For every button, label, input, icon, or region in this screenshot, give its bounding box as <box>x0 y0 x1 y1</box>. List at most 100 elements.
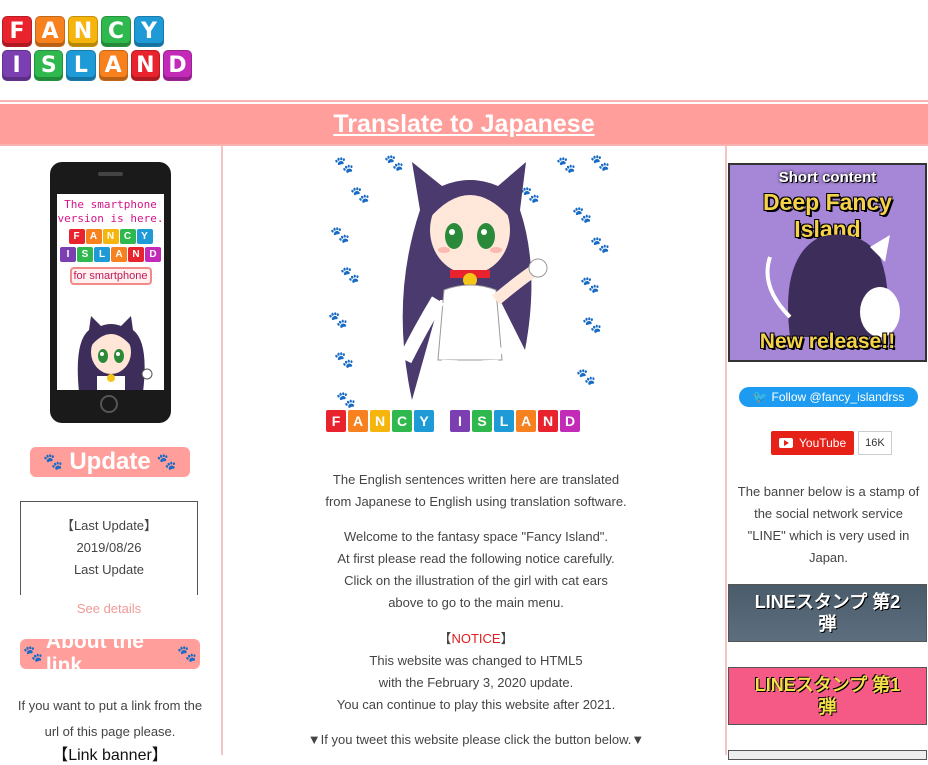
logo-letter-tile: A <box>85 229 102 244</box>
paw-icon: 🐾 <box>156 454 177 471</box>
bar-divider <box>0 144 928 146</box>
svg-text:🐾: 🐾 <box>384 155 404 172</box>
logo-letter-tile: D <box>162 50 193 81</box>
hero-logo-letter: S <box>472 410 492 432</box>
welcome-line1: Welcome to the fantasy space "Fancy Isla… <box>343 529 609 544</box>
deep-banner-new-release: New release!! <box>759 330 896 353</box>
logo-letter-tile: C <box>119 229 136 244</box>
about-link-text: If you want to put a link from the url o… <box>4 693 216 745</box>
notice-bracket-close: 】 <box>500 631 514 646</box>
paw-icon: 🐾 <box>23 646 43 663</box>
translation-line2: from Japanese to English using translati… <box>325 494 627 509</box>
logo-letter-tile: I <box>60 247 76 262</box>
youtube-play-icon <box>779 438 793 448</box>
line-desc-line2: the social network service <box>754 506 903 521</box>
smartphone-version-banner[interactable]: The smartphone version is here. FANCY IS… <box>50 162 171 423</box>
logo-letter-tile: N <box>68 16 98 47</box>
mini-logo-island: ISLAND <box>57 247 164 262</box>
phone-home-button <box>100 395 118 413</box>
line-stamp-description: The banner below is a stamp of the socia… <box>729 481 928 569</box>
see-details-link[interactable]: See details <box>20 601 198 616</box>
logo-letter-tile: N <box>130 50 160 81</box>
deep-banner-subtitle: Short content <box>778 169 877 186</box>
logo-letter-tile: Y <box>134 16 164 47</box>
youtube-subscriber-count: 16K <box>858 431 892 455</box>
logo-letter-tile: I <box>2 50 32 81</box>
logo-letter-tile: F <box>68 229 85 244</box>
line-stamp-2-banner[interactable]: LINEスタンプ 第2弾 <box>728 584 927 642</box>
twitter-follow-label: Follow @fancy_islandrss <box>771 390 905 404</box>
notice-label: NOTICE <box>451 631 501 646</box>
logo-letter-tile: F <box>2 16 32 47</box>
site-logo[interactable]: FANCY ISLAND <box>2 16 193 84</box>
line-stamp-3-banner[interactable] <box>728 750 927 760</box>
about-link-heading: 🐾 About the link 🐾 <box>20 630 200 677</box>
hero-logo-letter: N <box>370 410 390 432</box>
logo-letter-tile: S <box>34 50 64 81</box>
update-title: Update <box>69 448 151 475</box>
logo-letter-tile: L <box>66 50 96 81</box>
hero-logo-letter: Y <box>414 410 434 432</box>
hero-logo-letter: A <box>348 410 368 432</box>
tweet-instruction: ▼If you tweet this website please click … <box>307 732 645 747</box>
header-divider <box>0 100 928 102</box>
line-desc-line1: The banner below is a stamp of <box>737 484 920 499</box>
svg-text:🐾: 🐾 <box>334 352 354 369</box>
phone-speaker <box>98 172 123 176</box>
translation-line1: The English sentences written here are t… <box>332 472 620 487</box>
svg-text:🐾: 🐾 <box>590 155 610 172</box>
youtube-subscribe: YouTube 16K <box>771 431 892 455</box>
logo-letter-tile: A <box>111 247 127 262</box>
svg-text:🐾: 🐾 <box>330 227 350 244</box>
notice-line3: You can continue to play this website af… <box>336 697 616 712</box>
welcome-line3: Click on the illustration of the girl wi… <box>344 573 608 588</box>
translate-bar: Translate to Japanese <box>0 104 928 144</box>
about-link-line1: If you want to put a link from the <box>17 698 203 713</box>
last-update-label: 【Last Update】 <box>60 518 158 533</box>
youtube-button[interactable]: YouTube <box>771 431 855 455</box>
hero-logo-letter: N <box>538 410 558 432</box>
logo-row-fancy: FANCY <box>2 16 192 47</box>
twitter-bird-icon: 🐦 <box>752 390 768 404</box>
line-stamp-1-label: LINEスタンプ 第1弾 <box>754 675 901 717</box>
svg-text:🐾: 🐾 <box>572 207 592 224</box>
update-heading: 🐾 Update 🐾 <box>30 447 190 477</box>
smartphone-note-line1: The smartphone <box>64 198 157 211</box>
notice-section: 【NOTICE】 This website was changed to HTM… <box>226 628 726 716</box>
logo-row-island: ISLAND <box>2 50 193 81</box>
smartphone-note: The smartphone version is here. <box>57 198 164 226</box>
welcome-line4: above to go to the main menu. <box>388 595 564 610</box>
link-banner-heading: 【Link banner】 <box>52 747 168 764</box>
hero-logo-letter: I <box>450 410 470 432</box>
notice-heading: 【NOTICE】 <box>226 628 726 650</box>
hero-logo-letter: A <box>516 410 536 432</box>
hero-logo-letter: D <box>560 410 580 432</box>
welcome-line2: At first please read the following notic… <box>337 551 615 566</box>
svg-text:🐾: 🐾 <box>334 157 354 174</box>
logo-letter-tile: A <box>98 50 128 81</box>
notice-bracket-open: 【 <box>438 631 452 646</box>
hero-logo-letter: F <box>326 410 346 432</box>
svg-text:🐾: 🐾 <box>350 187 370 204</box>
left-column-divider <box>221 146 223 755</box>
svg-text:🐾: 🐾 <box>340 267 360 284</box>
translation-notice: The English sentences written here are t… <box>226 469 726 513</box>
svg-text:🐾: 🐾 <box>328 312 348 329</box>
line-stamp-1-banner[interactable]: LINEスタンプ 第1弾 <box>728 667 927 725</box>
deep-fancy-island-banner[interactable]: Short content Deep Fancy Island New rele… <box>728 163 927 362</box>
svg-text:🐾: 🐾 <box>336 392 356 409</box>
notice-line1: This website was changed to HTML5 <box>369 653 583 668</box>
svg-text:🐾: 🐾 <box>580 277 600 294</box>
twitter-follow-button[interactable]: 🐦 Follow @fancy_islandrss <box>739 387 918 407</box>
translate-link[interactable]: Translate to Japanese <box>333 110 594 139</box>
welcome-text: Welcome to the fantasy space "Fancy Isla… <box>226 526 726 614</box>
paw-icon: 🐾 <box>177 646 197 663</box>
logo-letter-tile: L <box>94 247 110 262</box>
mini-logo-fancy: FANCY <box>57 229 164 244</box>
cat-girl-main-illustration[interactable]: 🐾 🐾 🐾 🐾 🐾 🐾 🐾 🐾 🐾 🐾 🐾 🐾 🐾 🐾 🐾 🐾 <box>320 150 620 446</box>
line-desc-line4: Japan. <box>808 550 849 565</box>
notice-line2: with the February 3, 2020 update. <box>378 675 574 690</box>
fancy-island-hero-logo: FANCYISLAND <box>326 410 580 432</box>
for-smartphone-button: for smartphone <box>69 267 152 285</box>
svg-text:🐾: 🐾 <box>520 187 540 204</box>
